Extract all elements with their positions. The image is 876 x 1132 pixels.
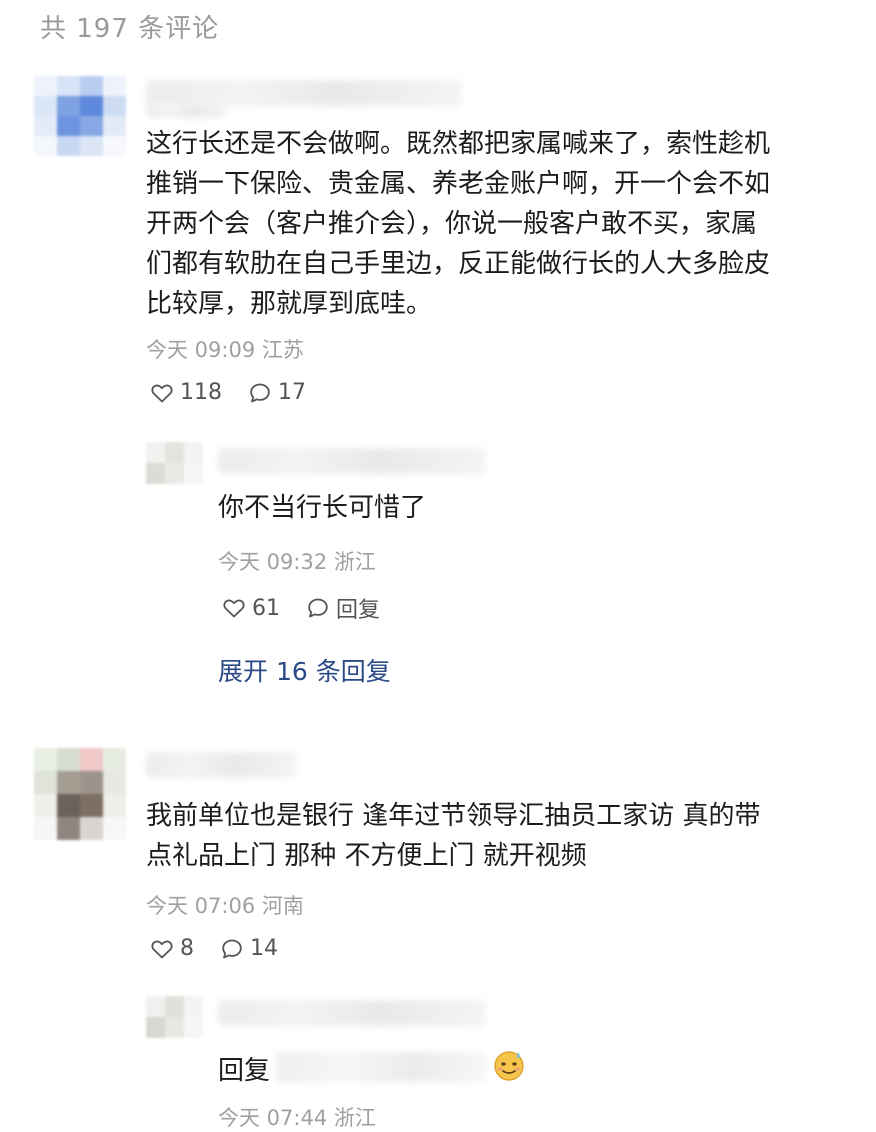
comment-text: 我前单位也是银行 逢年过节领导汇抽员工家访 真的带 点礼品上门 那种 不方便上门… xyxy=(146,796,846,876)
comments-page: 共 197 条评论 这行长还是不会做啊。既然都把家属喊来了，索性趁机 推销一下保… xyxy=(0,0,876,1132)
avatar[interactable] xyxy=(34,748,126,840)
reply-like-button[interactable]: 61 xyxy=(222,596,280,621)
avatar[interactable] xyxy=(34,76,126,156)
comment-line: 点礼品上门 那种 不方便上门 就开视频 xyxy=(146,841,587,871)
comment-line: 比较厚，那就厚到底哇。 xyxy=(146,289,433,319)
username[interactable] xyxy=(146,752,296,778)
reply-count: 14 xyxy=(250,936,278,961)
reply-actions: 61 回复 xyxy=(222,592,380,624)
reply-meta: 今天 09:32 浙江 xyxy=(218,550,376,574)
reply-prefix: 回复 xyxy=(218,1056,271,1086)
comment-line: 推销一下保险、贵金属、养老金账户啊，开一个会不如 xyxy=(146,169,771,199)
like-button[interactable]: 118 xyxy=(150,380,222,405)
reply-target-username[interactable] xyxy=(276,1052,486,1082)
reply-username[interactable] xyxy=(218,1000,486,1026)
comment-line: 们都有软肋在自己手里边，反正能做行长的人大多脸皮 xyxy=(146,249,771,279)
heart-outline-icon xyxy=(223,599,245,618)
comment-count: 共 197 条评论 xyxy=(40,14,220,44)
sweat-smile-emoji xyxy=(494,1051,524,1081)
comment-text: 这行长还是不会做啊。既然都把家属喊来了，索性趁机 推销一下保险、贵金属、养老金账… xyxy=(146,124,846,324)
comment-meta: 今天 09:09 江苏 xyxy=(146,338,304,362)
reply-username[interactable] xyxy=(218,448,486,474)
comment-line: 我前单位也是银行 逢年过节领导汇抽员工家访 真的带 xyxy=(146,801,761,831)
comment-actions: 118 17 xyxy=(150,380,306,405)
reply-count: 17 xyxy=(278,380,306,405)
speech-bubble-icon xyxy=(308,598,328,618)
reply-button[interactable]: 14 xyxy=(220,936,278,961)
heart-outline-icon xyxy=(151,940,173,958)
speech-bubble-icon xyxy=(222,939,242,958)
like-count: 118 xyxy=(180,380,222,405)
reply-avatar[interactable] xyxy=(146,442,203,484)
username-suffix xyxy=(146,104,226,118)
like-count: 8 xyxy=(180,936,194,961)
heart-outline-icon xyxy=(151,384,173,402)
reply-meta: 今天 07:44 浙江 xyxy=(218,1106,376,1130)
like-button[interactable]: 8 xyxy=(150,936,194,961)
comment-meta: 今天 07:06 河南 xyxy=(146,894,304,918)
reply-avatar[interactable] xyxy=(146,996,203,1038)
reply-button[interactable]: 17 xyxy=(248,380,306,405)
speech-bubble-icon xyxy=(250,383,270,402)
reply-label: 回复 xyxy=(336,598,381,623)
reply-reply-button[interactable]: 回复 xyxy=(306,592,380,624)
reply-text: 你不当行长可惜了 xyxy=(218,493,427,523)
comment-line: 开两个会（客户推介会），你说一般客户敢不买，家属 xyxy=(146,209,758,239)
comment-actions: 8 14 xyxy=(150,936,278,961)
username[interactable] xyxy=(146,80,462,106)
expand-replies-link[interactable]: 展开 16 条回复 xyxy=(218,652,391,688)
comment-line: 这行长还是不会做啊。既然都把家属喊来了，索性趁机 xyxy=(146,129,771,159)
like-count: 61 xyxy=(252,595,280,621)
